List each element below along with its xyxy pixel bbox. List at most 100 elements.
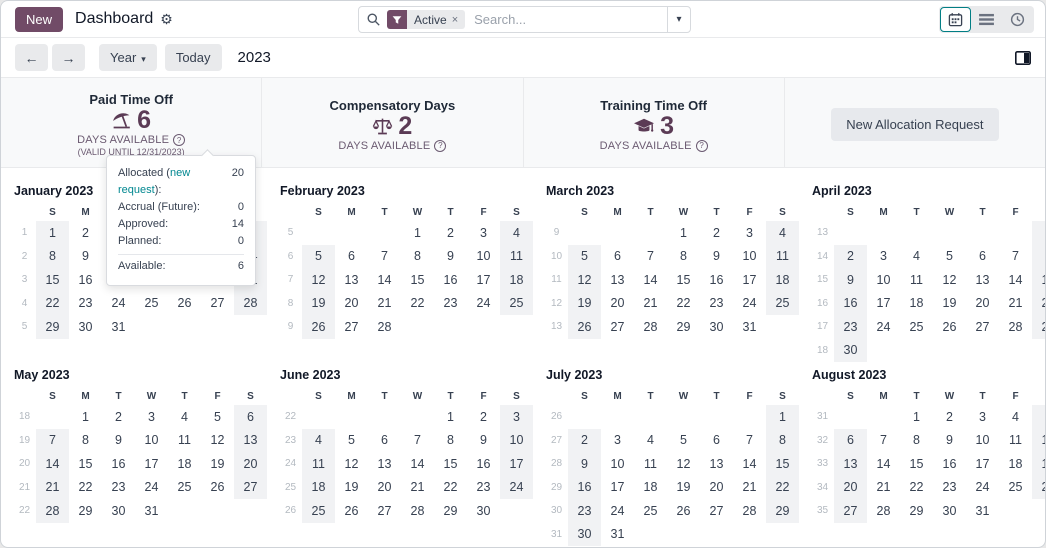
- day-cell[interactable]: 21: [401, 476, 434, 500]
- day-cell[interactable]: 3: [867, 245, 900, 269]
- gantt-view-button[interactable]: [1002, 7, 1033, 32]
- day-cell[interactable]: 19: [933, 292, 966, 316]
- day-cell[interactable]: 29: [36, 315, 69, 339]
- day-cell[interactable]: 26: [1032, 476, 1046, 500]
- day-cell[interactable]: 22: [36, 292, 69, 316]
- day-cell[interactable]: 2: [69, 221, 102, 245]
- day-cell[interactable]: 30: [467, 499, 500, 523]
- day-cell[interactable]: 16: [69, 268, 102, 292]
- day-cell[interactable]: 12: [201, 429, 234, 453]
- day-cell[interactable]: 13: [966, 268, 999, 292]
- day-cell[interactable]: 8: [401, 245, 434, 269]
- day-cell[interactable]: 15: [1032, 268, 1046, 292]
- sidebar-toggle-icon[interactable]: [1015, 51, 1031, 65]
- day-cell[interactable]: 25: [634, 499, 667, 523]
- day-cell[interactable]: 2: [102, 405, 135, 429]
- day-cell[interactable]: 25: [999, 476, 1032, 500]
- day-cell[interactable]: 26: [933, 315, 966, 339]
- day-cell[interactable]: 1: [766, 405, 799, 429]
- day-cell[interactable]: 22: [667, 292, 700, 316]
- day-cell[interactable]: 28: [733, 499, 766, 523]
- day-cell[interactable]: 4: [634, 429, 667, 453]
- day-cell[interactable]: 9: [102, 429, 135, 453]
- day-cell[interactable]: 13: [368, 452, 401, 476]
- day-cell[interactable]: 15: [900, 452, 933, 476]
- day-cell[interactable]: 31: [601, 523, 634, 547]
- day-cell[interactable]: 18: [500, 268, 533, 292]
- day-cell[interactable]: 30: [700, 315, 733, 339]
- day-cell[interactable]: 5: [302, 245, 335, 269]
- day-cell[interactable]: 22: [766, 476, 799, 500]
- search-dropdown-toggle[interactable]: [667, 7, 690, 32]
- day-cell[interactable]: 4: [766, 221, 799, 245]
- day-cell[interactable]: 13: [335, 268, 368, 292]
- day-cell[interactable]: 28: [999, 315, 1032, 339]
- day-cell[interactable]: 26: [335, 499, 368, 523]
- day-cell[interactable]: 15: [36, 268, 69, 292]
- day-cell[interactable]: 17: [601, 476, 634, 500]
- day-cell[interactable]: 12: [568, 268, 601, 292]
- day-cell[interactable]: 10: [966, 429, 999, 453]
- day-cell[interactable]: 15: [401, 268, 434, 292]
- day-cell[interactable]: 11: [500, 245, 533, 269]
- day-cell[interactable]: 4: [302, 429, 335, 453]
- day-cell[interactable]: 9: [933, 429, 966, 453]
- day-cell[interactable]: 1: [434, 405, 467, 429]
- day-cell[interactable]: 20: [601, 292, 634, 316]
- day-cell[interactable]: 19: [1032, 452, 1046, 476]
- day-cell[interactable]: 23: [568, 499, 601, 523]
- day-cell[interactable]: 17: [733, 268, 766, 292]
- day-cell[interactable]: 20: [368, 476, 401, 500]
- day-cell[interactable]: 27: [234, 476, 267, 500]
- day-cell[interactable]: 29: [1032, 315, 1046, 339]
- day-cell[interactable]: 28: [36, 499, 69, 523]
- list-view-button[interactable]: [971, 7, 1002, 32]
- day-cell[interactable]: 10: [867, 268, 900, 292]
- day-cell[interactable]: 13: [234, 429, 267, 453]
- day-cell[interactable]: 31: [102, 315, 135, 339]
- day-cell[interactable]: 24: [500, 476, 533, 500]
- day-cell[interactable]: 24: [601, 499, 634, 523]
- filter-facet[interactable]: Active: [387, 10, 465, 29]
- gear-icon[interactable]: [160, 11, 173, 28]
- day-cell[interactable]: 6: [601, 245, 634, 269]
- day-cell[interactable]: 30: [834, 339, 867, 363]
- day-cell[interactable]: 2: [568, 429, 601, 453]
- day-cell[interactable]: 5: [933, 245, 966, 269]
- day-cell[interactable]: 21: [368, 292, 401, 316]
- day-cell[interactable]: 7: [401, 429, 434, 453]
- day-cell[interactable]: 6: [700, 429, 733, 453]
- day-cell[interactable]: 19: [302, 292, 335, 316]
- day-cell[interactable]: 28: [234, 292, 267, 316]
- day-cell[interactable]: 11: [168, 429, 201, 453]
- day-cell[interactable]: 31: [135, 499, 168, 523]
- day-cell[interactable]: 20: [335, 292, 368, 316]
- day-cell[interactable]: 28: [401, 499, 434, 523]
- day-cell[interactable]: 21: [36, 476, 69, 500]
- day-cell[interactable]: 14: [733, 452, 766, 476]
- day-cell[interactable]: 1: [1032, 221, 1046, 245]
- day-cell[interactable]: 26: [568, 315, 601, 339]
- day-cell[interactable]: 26: [201, 476, 234, 500]
- day-cell[interactable]: 14: [634, 268, 667, 292]
- day-cell[interactable]: 23: [700, 292, 733, 316]
- day-cell[interactable]: 12: [1032, 429, 1046, 453]
- day-cell[interactable]: 14: [867, 452, 900, 476]
- day-cell[interactable]: 6: [368, 429, 401, 453]
- day-cell[interactable]: 2: [834, 245, 867, 269]
- day-cell[interactable]: 31: [966, 499, 999, 523]
- day-cell[interactable]: 5: [1032, 405, 1046, 429]
- day-cell[interactable]: 15: [667, 268, 700, 292]
- day-cell[interactable]: 16: [467, 452, 500, 476]
- day-cell[interactable]: 30: [568, 523, 601, 547]
- day-cell[interactable]: 5: [568, 245, 601, 269]
- day-cell[interactable]: 18: [999, 452, 1032, 476]
- day-cell[interactable]: 17: [467, 268, 500, 292]
- day-cell[interactable]: 19: [667, 476, 700, 500]
- day-cell[interactable]: 22: [1032, 292, 1046, 316]
- day-cell[interactable]: 1: [36, 221, 69, 245]
- day-cell[interactable]: 20: [700, 476, 733, 500]
- day-cell[interactable]: 9: [700, 245, 733, 269]
- day-cell[interactable]: 16: [568, 476, 601, 500]
- day-cell[interactable]: 25: [302, 499, 335, 523]
